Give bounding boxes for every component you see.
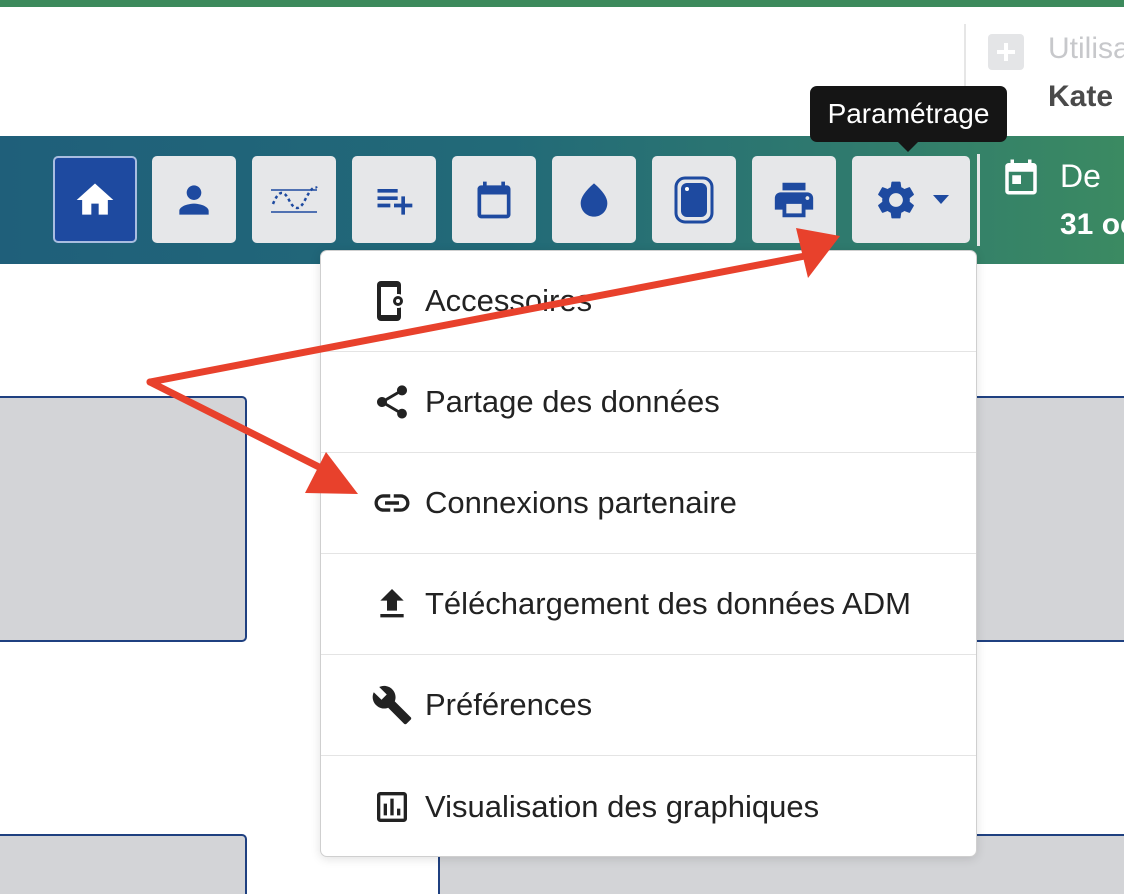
menu-item-label: Préférences [425,687,593,722]
device-button[interactable] [652,156,736,243]
link-icon [371,482,413,524]
menu-item-accessoires[interactable]: Accessoires [321,251,976,352]
menu-item-partage[interactable]: Partage des données [321,352,976,453]
phone-settings-icon [371,280,413,322]
date-range-value[interactable]: 31 oc [1060,208,1124,242]
person-icon [179,184,209,215]
drop-icon [580,182,608,217]
menu-item-telechargement[interactable]: Téléchargement des données ADM [321,554,976,655]
menu-item-preferences[interactable]: Préférences [321,655,976,756]
menu-item-label: Partage des données [425,384,720,419]
bar-chart-icon [371,786,413,828]
menu-item-label: Visualisation des graphiques [425,788,820,824]
menu-item-connexions[interactable]: Connexions partenaire [321,453,976,554]
device-icon [674,176,714,223]
profile-button[interactable] [152,156,236,243]
menu-item-visualisation[interactable]: Visualisation des graphiques [321,756,976,857]
main-toolbar: De 31 oc [0,136,1124,264]
trend-chart-icon [271,185,318,213]
content-card [0,834,247,894]
home-button[interactable] [53,156,137,243]
upload-icon [371,583,413,625]
date-calendar-icon [1005,159,1037,195]
calendar-icon [477,181,511,218]
content-card [0,396,247,642]
content-card [960,396,1124,642]
settings-button[interactable] [852,156,970,243]
date-range-label: De [1060,158,1101,194]
print-button[interactable] [752,156,836,243]
add-user-button[interactable] [988,34,1024,70]
printer-icon [774,182,814,217]
settings-dropdown-menu: Accessoires Partage des données Connexio… [320,250,977,857]
calendar-button[interactable] [452,156,536,243]
share-icon [371,381,413,423]
gear-icon [878,181,914,218]
toolbar-divider [977,154,980,246]
glucose-button[interactable] [552,156,636,243]
settings-tooltip: Paramétrage [810,86,1007,152]
add-note-icon [377,188,413,215]
menu-item-label: Téléchargement des données ADM [425,586,911,621]
trends-button[interactable] [252,156,336,243]
wrench-icon [371,684,413,726]
top-accent-strip [0,0,1124,7]
add-note-button[interactable] [352,156,436,243]
home-icon [76,183,114,215]
menu-item-label: Connexions partenaire [425,485,737,520]
menu-item-label: Accessoires [425,283,593,318]
app-page: Utilisa Kate De 31 o Paramétrage Accesso… [0,0,1124,894]
current-user-name: Kate [1048,80,1114,113]
caret-down-icon [933,194,949,204]
add-user-label[interactable]: Utilisa [1048,32,1124,66]
